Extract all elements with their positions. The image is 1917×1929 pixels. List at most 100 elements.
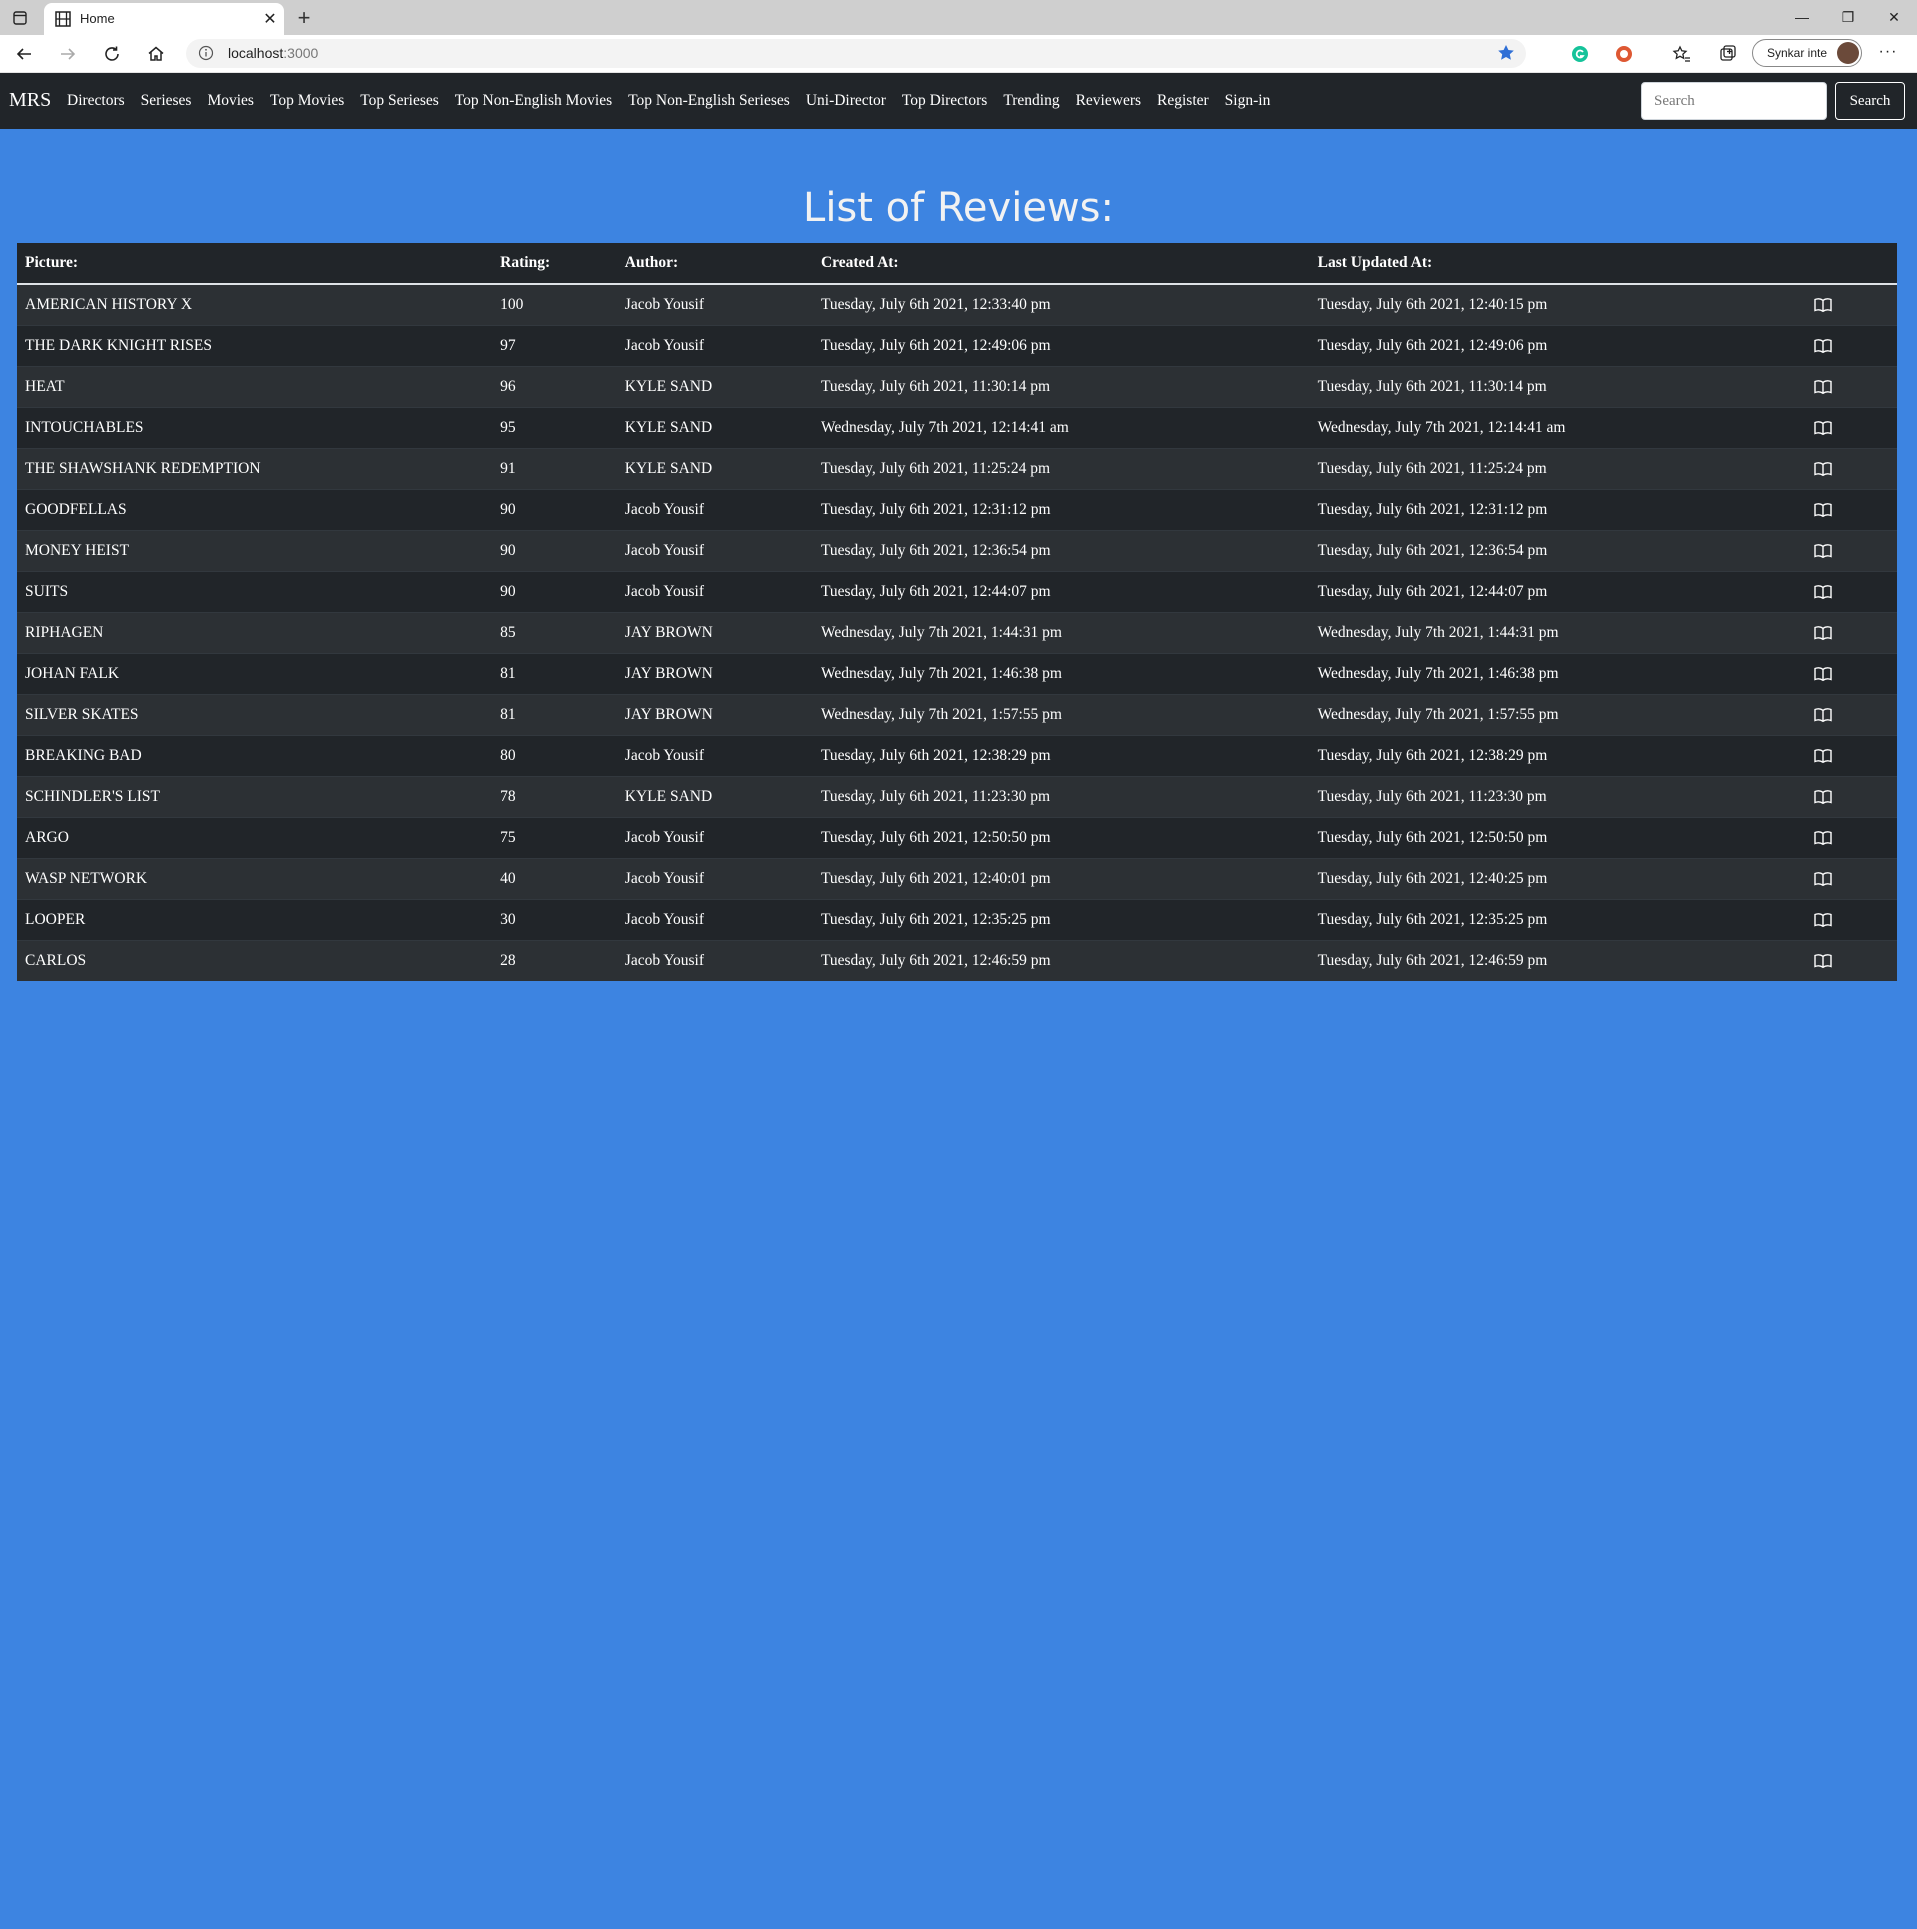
nav-link-serieses[interactable]: Serieses bbox=[141, 92, 192, 110]
column-header-last-updated-at: Last Updated At: bbox=[1309, 243, 1807, 285]
browser-tab-home[interactable]: Home ✕ bbox=[44, 3, 284, 35]
view-review-button[interactable] bbox=[1806, 530, 1897, 572]
duckduckgo-extension-icon[interactable] bbox=[1614, 44, 1634, 64]
nav-link-top-serieses[interactable]: Top Serieses bbox=[360, 92, 439, 110]
cell-rating: 85 bbox=[492, 612, 617, 654]
nav-link-top-non-english-serieses[interactable]: Top Non-English Serieses bbox=[628, 92, 790, 110]
minimize-icon[interactable]: — bbox=[1790, 6, 1814, 28]
table-row: SCHINDLER'S LIST 78 KYLE SAND Tuesday, July… bbox=[17, 776, 1897, 818]
back-arrow-icon[interactable] bbox=[12, 42, 36, 66]
table-row: GOODFELLAS 90 Jacob Yousif Tuesday, July 6t… bbox=[17, 489, 1897, 531]
search-input[interactable] bbox=[1641, 82, 1827, 120]
view-review-button[interactable] bbox=[1806, 940, 1897, 981]
cell-created-at: Wednesday, July 7th 2021, 1:44:31 pm bbox=[812, 612, 1310, 654]
info-icon[interactable] bbox=[198, 45, 214, 61]
cell-author: Jacob Yousif bbox=[616, 817, 813, 859]
view-review-button[interactable] bbox=[1806, 858, 1897, 900]
new-tab-plus-icon[interactable]: + bbox=[292, 5, 316, 30]
cell-rating: 40 bbox=[492, 858, 617, 900]
restore-icon[interactable]: ❐ bbox=[1836, 6, 1860, 28]
brand-logo[interactable]: MRS bbox=[9, 89, 51, 112]
book-icon[interactable] bbox=[1814, 378, 1832, 395]
view-review-button[interactable] bbox=[1806, 694, 1897, 736]
view-review-button[interactable] bbox=[1806, 325, 1897, 367]
favorites-star-icon[interactable] bbox=[1672, 44, 1692, 64]
view-review-button[interactable] bbox=[1806, 571, 1897, 613]
view-review-button[interactable] bbox=[1806, 283, 1897, 326]
book-icon[interactable] bbox=[1814, 706, 1832, 723]
cell-picture: THE DARK KNIGHT RISES bbox=[17, 325, 493, 367]
favorite-star-icon[interactable] bbox=[1496, 43, 1516, 63]
grammarly-extension-icon[interactable] bbox=[1570, 44, 1590, 64]
profile-button[interactable]: Synkar inte bbox=[1752, 39, 1862, 67]
cell-created-at: Tuesday, July 6th 2021, 11:30:14 pm bbox=[812, 366, 1310, 408]
view-review-button[interactable] bbox=[1806, 612, 1897, 654]
table-row: THE SHAWSHANK REDEMPTION 91 KYLE SAND Tuesd… bbox=[17, 448, 1897, 490]
nav-link-directors[interactable]: Directors bbox=[67, 92, 125, 110]
nav-link-top-directors[interactable]: Top Directors bbox=[902, 92, 987, 110]
view-review-button[interactable] bbox=[1806, 899, 1897, 941]
cell-created-at: Tuesday, July 6th 2021, 11:25:24 pm bbox=[812, 448, 1310, 490]
address-bar[interactable]: localhost:3000 bbox=[186, 39, 1526, 68]
book-icon[interactable] bbox=[1814, 296, 1832, 313]
cell-last-updated-at: Tuesday, July 6th 2021, 12:35:25 pm bbox=[1309, 899, 1807, 941]
more-options-icon[interactable]: ··· bbox=[1876, 43, 1900, 63]
book-icon[interactable] bbox=[1814, 788, 1832, 805]
book-icon[interactable] bbox=[1814, 665, 1832, 682]
book-icon[interactable] bbox=[1814, 624, 1832, 641]
cell-rating: 95 bbox=[492, 407, 617, 449]
home-icon[interactable] bbox=[144, 42, 168, 66]
view-review-button[interactable] bbox=[1806, 776, 1897, 818]
table-row: SILVER SKATES 81 JAY BROWN Wednesday, July … bbox=[17, 694, 1897, 736]
view-review-button[interactable] bbox=[1806, 448, 1897, 490]
forward-arrow-icon[interactable] bbox=[56, 42, 80, 66]
book-icon[interactable] bbox=[1814, 583, 1832, 600]
nav-link-uni-director[interactable]: Uni-Director bbox=[806, 92, 886, 110]
table-row: BREAKING BAD 80 Jacob Yousif Tuesday, July … bbox=[17, 735, 1897, 777]
view-review-button[interactable] bbox=[1806, 653, 1897, 695]
nav-link-top-non-english-movies[interactable]: Top Non-English Movies bbox=[455, 92, 612, 110]
cell-author: Jacob Yousif bbox=[616, 940, 813, 981]
nav-link-sign-in[interactable]: Sign-in bbox=[1225, 92, 1271, 110]
table-row: AMERICAN HISTORY X 100 Jacob Yousif Tuesday… bbox=[17, 283, 1897, 326]
book-icon[interactable] bbox=[1814, 419, 1832, 436]
nav-link-movies[interactable]: Movies bbox=[207, 92, 254, 110]
cell-rating: 81 bbox=[492, 653, 617, 695]
view-review-button[interactable] bbox=[1806, 735, 1897, 777]
refresh-icon[interactable] bbox=[100, 42, 124, 66]
collections-icon[interactable] bbox=[1718, 44, 1738, 64]
nav-link-register[interactable]: Register bbox=[1157, 92, 1209, 110]
cell-author: Jacob Yousif bbox=[616, 571, 813, 613]
nav-link-trending[interactable]: Trending bbox=[1003, 92, 1059, 110]
view-review-button[interactable] bbox=[1806, 489, 1897, 531]
window-close-icon[interactable]: ✕ bbox=[1882, 6, 1906, 28]
tab-actions-icon[interactable] bbox=[10, 8, 30, 28]
book-icon[interactable] bbox=[1814, 337, 1832, 354]
book-icon[interactable] bbox=[1814, 870, 1832, 887]
cell-picture: GOODFELLAS bbox=[17, 489, 493, 531]
column-header-author: Author: bbox=[616, 243, 813, 285]
book-icon[interactable] bbox=[1814, 501, 1832, 518]
book-icon[interactable] bbox=[1814, 542, 1832, 559]
table-row: INTOUCHABLES 95 KYLE SAND Wednesday, July 7… bbox=[17, 407, 1897, 449]
cell-author: Jacob Yousif bbox=[616, 530, 813, 572]
reviews-table: Picture: Rating: Author: Created At: Las… bbox=[17, 243, 1897, 981]
book-icon[interactable] bbox=[1814, 460, 1832, 477]
profile-name: Synkar inte bbox=[1767, 46, 1828, 60]
cell-rating: 100 bbox=[492, 283, 617, 326]
book-icon[interactable] bbox=[1814, 829, 1832, 846]
nav-link-top-movies[interactable]: Top Movies bbox=[270, 92, 344, 110]
book-icon[interactable] bbox=[1814, 952, 1832, 969]
view-review-button[interactable] bbox=[1806, 366, 1897, 408]
book-icon[interactable] bbox=[1814, 747, 1832, 764]
view-review-button[interactable] bbox=[1806, 407, 1897, 449]
nav-link-reviewers[interactable]: Reviewers bbox=[1076, 92, 1141, 110]
close-icon[interactable]: ✕ bbox=[260, 9, 280, 29]
site-navbar: MRS Directors Serieses Movies Top Movies… bbox=[0, 73, 1917, 129]
book-icon[interactable] bbox=[1814, 911, 1832, 928]
cell-author: KYLE SAND bbox=[616, 776, 813, 818]
view-review-button[interactable] bbox=[1806, 817, 1897, 859]
search-button[interactable]: Search bbox=[1835, 82, 1905, 120]
cell-author: Jacob Yousif bbox=[616, 489, 813, 531]
table-row: RIPHAGEN 85 JAY BROWN Wednesday, July 7th 2… bbox=[17, 612, 1897, 654]
